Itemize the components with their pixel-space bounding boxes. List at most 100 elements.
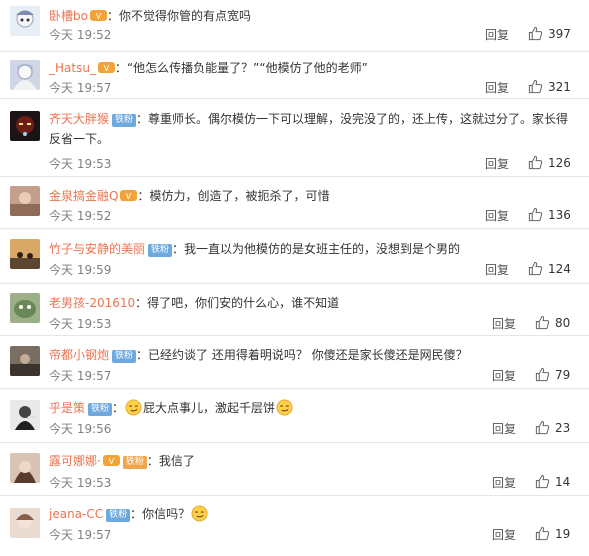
thumbs-up-icon [535,420,550,435]
comment-content: 露可娜娜· V 铁粉 ：我信了 [49,454,195,469]
nickname-link[interactable]: 乎是策 [49,401,85,415]
comment-time: 今天 19:57 [49,81,112,95]
vip-crown-icon: V [120,190,138,201]
like-count: 321 [548,79,571,94]
like-count: 79 [555,367,571,382]
nickname-link[interactable]: 卧槽bo [49,9,88,23]
like-button[interactable]: 397 [528,26,571,41]
avatar[interactable] [10,239,40,269]
comment-text: 屁大点事儿，激起千层饼 [143,401,276,415]
fan-badge: 铁粉 [148,244,173,257]
thumbs-up-icon [528,79,543,94]
fan-badge: 铁粉 [122,456,147,469]
nickname-link[interactable]: 竹子与安静的美丽 [49,242,145,256]
like-button[interactable]: 321 [528,79,571,94]
thumbs-up-icon [528,207,543,222]
nickname-link[interactable]: 帝都小钢炮 [49,348,109,362]
avatar[interactable] [10,453,40,483]
comment-time: 今天 19:53 [49,476,112,490]
comment-time: 今天 19:59 [49,263,112,277]
avatar[interactable] [10,293,40,323]
nickname-link[interactable]: 金泉搞金融Q [49,189,118,203]
reply-button[interactable]: 回复 [485,26,509,43]
nickname-link[interactable]: jeana-CC [49,507,103,521]
comment-time: 今天 19:53 [49,157,112,171]
fan-badge: 铁粉 [112,114,137,127]
svg-text:V: V [109,457,115,466]
comment-item: jeana-CC 铁粉 ：你信吗？ 今天 19:57 回复 19 [0,496,589,556]
svg-text:V: V [104,64,110,73]
comment-text: 我信了 [158,454,195,468]
comment-item: 乎是策 铁粉：屁大点事儿，激起千层饼 今天 19:56 回复 23 [0,389,589,443]
reply-button[interactable]: 回复 [485,261,509,278]
avatar[interactable] [10,111,40,141]
fan-badge: 铁粉 [106,509,131,522]
like-button[interactable]: 23 [535,420,570,435]
comment-text: 你信吗？ [142,507,191,521]
comment-text: 得了吧，你们安的什么心，谁不知道 [147,296,340,310]
comment-item: 齐天大胖猴 铁粉 ：尊重师长。偶尔模仿一下可以理解，没完没了的，还上传，这就过分了。… [0,99,589,177]
reply-button[interactable]: 回复 [492,367,516,384]
reply-button[interactable]: 回复 [492,526,516,543]
nickname-link[interactable]: 齐天大胖猴 [49,112,109,126]
like-count: 14 [555,474,571,489]
like-button[interactable]: 136 [528,207,571,222]
like-button[interactable]: 126 [528,155,571,170]
comment-time: 今天 19:57 [49,528,112,542]
comment-item: 卧槽bo V ：你不觉得你管的有点宽吗 今天 19:52 回复 397 [0,0,589,52]
smirk-emoji-icon [191,505,208,522]
comment-content: 老男孩-201610：得了吧，你们安的什么心，谁不知道 [49,296,340,310]
reply-button[interactable]: 回复 [485,207,509,224]
comment-item: _Hatsu_ V ：“他怎么传播负能量了？”“他模仿了他的老师” 今天 19:57… [0,52,589,99]
comment-item: 帝都小钢炮 铁粉 ：已经约谈了 还用得着明说吗？ 你傻还是家长傻还是网民傻？ 今天 … [0,336,589,389]
avatar[interactable] [10,6,40,36]
vip-crown-icon: V [89,10,107,21]
like-count: 80 [555,315,571,330]
comment-item: 露可娜娜· V 铁粉 ：我信了 今天 19:53 回复 14 [0,443,589,496]
like-button[interactable]: 80 [535,315,570,330]
avatar[interactable] [10,60,40,90]
vip-crown-icon: V [97,62,115,73]
avatar[interactable] [10,186,40,216]
comment-item: 竹子与安静的美丽 铁粉 ：我一直以为他模仿的是女班主任的，没想到是个男的 今天 19… [0,229,589,284]
comment-text: 已经约谈了 还用得着明说吗？ 你傻还是家长傻还是网民傻？ [148,348,468,362]
nickname-link[interactable]: 露可娜娜· [49,454,101,468]
nickname-link[interactable]: 老男孩-201610 [49,296,135,310]
nickname-link[interactable]: _Hatsu_ [49,61,96,75]
like-count: 124 [548,261,571,276]
reply-button[interactable]: 回复 [485,79,509,96]
avatar[interactable] [10,346,40,376]
thumbs-up-icon [528,26,543,41]
comment-text: 模仿力，创造了，被扼杀了，可惜 [149,189,330,203]
thumbs-up-icon [528,261,543,276]
comment-time: 今天 19:52 [49,28,112,42]
svg-text:V: V [126,192,132,201]
like-button[interactable]: 124 [528,261,571,276]
fan-badge: 铁粉 [88,403,113,416]
reply-button[interactable]: 回复 [492,315,516,332]
svg-text:V: V [96,12,102,21]
reply-button[interactable]: 回复 [492,420,516,437]
reply-button[interactable]: 回复 [492,474,516,491]
thumbs-up-icon [535,367,550,382]
like-button[interactable]: 14 [535,474,570,489]
comment-time: 今天 19:57 [49,369,112,383]
vip-crown-icon: V [102,455,120,466]
like-count: 23 [555,420,571,435]
comment-time: 今天 19:53 [49,317,112,331]
avatar[interactable] [10,400,40,430]
comment-content: 卧槽bo V ：你不觉得你管的有点宽吗 [49,9,251,23]
thumbs-up-icon [535,474,550,489]
like-button[interactable]: 79 [535,367,570,382]
comment-text: “他怎么传播负能量了？”“他模仿了他的老师” [126,61,368,75]
reply-button[interactable]: 回复 [485,155,509,172]
smirk-emoji-icon [125,399,142,416]
comment-content: 竹子与安静的美丽 铁粉 ：我一直以为他模仿的是女班主任的，没想到是个男的 [49,242,461,257]
comment-text: 你不觉得你管的有点宽吗 [118,9,251,23]
thumbs-up-icon [528,155,543,170]
comment-time: 今天 19:52 [49,209,112,223]
comment-time: 今天 19:56 [49,422,112,436]
comment-content: 乎是策 铁粉：屁大点事儿，激起千层饼 [49,398,577,418]
comment-content: 齐天大胖猴 铁粉 ：尊重师长。偶尔模仿一下可以理解，没完没了的，还上传，这就过分了。… [49,112,569,146]
fan-badge: 铁粉 [112,350,137,363]
